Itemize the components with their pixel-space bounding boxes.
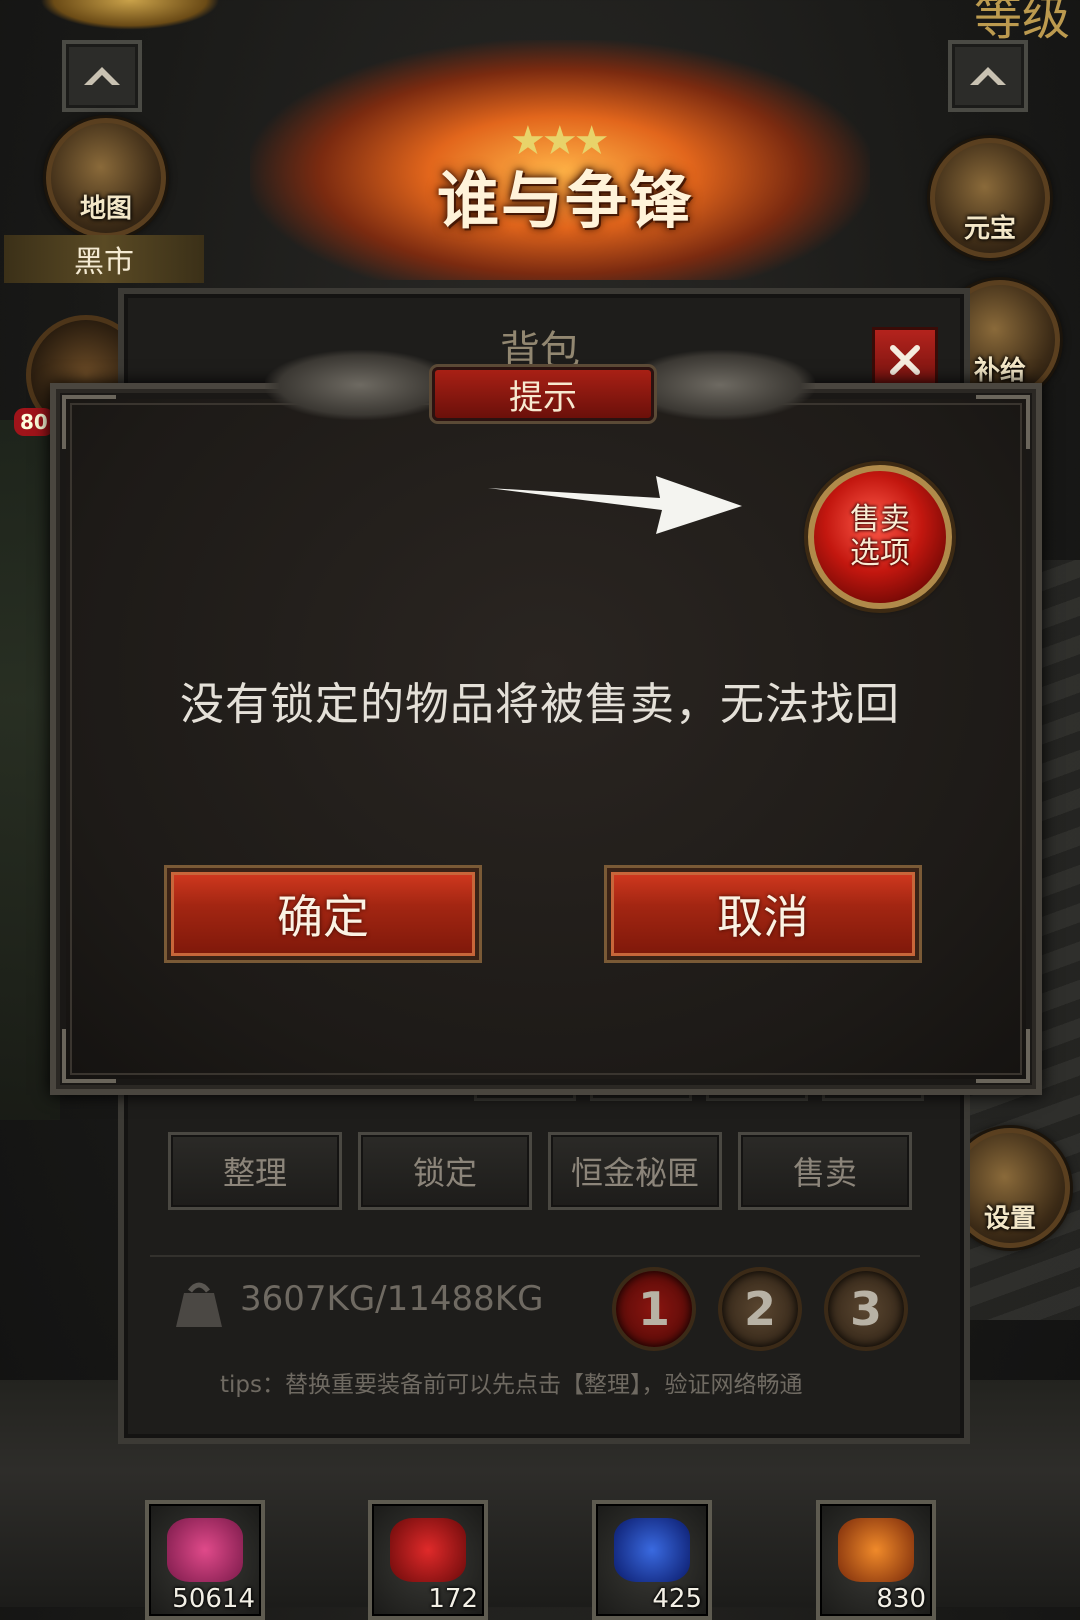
- banner-title: 谁与争锋: [436, 164, 693, 237]
- collapse-right-button[interactable]: [948, 40, 1028, 112]
- header-ornament-left: [265, 350, 455, 420]
- item-count: 50614: [172, 1584, 255, 1614]
- dialog-title: 提示: [432, 367, 654, 421]
- item-count: 172: [428, 1584, 478, 1614]
- item-count: 830: [876, 1584, 926, 1614]
- item-slot-scroll[interactable]: 50614: [145, 1500, 265, 1620]
- chevron-up-icon: [970, 67, 1006, 85]
- close-icon: [890, 345, 920, 375]
- page-1-button[interactable]: 1: [612, 1267, 696, 1351]
- vault-button[interactable]: 恒金秘匣: [548, 1132, 722, 1210]
- item-slot-blue-potion[interactable]: 425: [592, 1500, 712, 1620]
- level-badge: 80: [14, 408, 54, 436]
- map-label: 地图: [79, 194, 132, 224]
- corner-ornament: [62, 1029, 116, 1083]
- item-slot-gem[interactable]: 830: [816, 1500, 936, 1620]
- scroll-icon: [167, 1518, 243, 1582]
- dialog-message: 没有锁定的物品将被售卖，无法找回: [180, 679, 900, 730]
- page-3-button[interactable]: 3: [824, 1267, 908, 1351]
- lock-button[interactable]: 锁定: [358, 1132, 532, 1210]
- tips-text: tips：替换重要装备前可以先点击【整理】，验证网络畅通: [220, 1372, 803, 1398]
- weight-value: 3607KG/11488KG: [240, 1279, 544, 1319]
- red-potion-icon: [390, 1518, 466, 1582]
- gem-icon: [838, 1518, 914, 1582]
- blue-potion-icon: [614, 1518, 690, 1582]
- item-count: 425: [652, 1584, 702, 1614]
- sell-options-line1: 售卖: [850, 502, 910, 537]
- black-market-label: 黑市: [74, 245, 134, 280]
- supply-label: 补给: [973, 356, 1026, 386]
- sell-options-button[interactable]: 售卖 选项: [808, 465, 952, 609]
- weight-row: 3607KG/11488KG 1 2 3 tips：替换重要装备前可以先点击【整…: [150, 1255, 920, 1407]
- chevron-up-icon: [84, 67, 120, 85]
- sell-button[interactable]: 售卖: [738, 1132, 912, 1210]
- page-2-button[interactable]: 2: [718, 1267, 802, 1351]
- cancel-button[interactable]: 取消: [607, 868, 919, 960]
- arrow-pointer-icon: [488, 476, 742, 534]
- map-button[interactable]: 地图: [46, 118, 166, 238]
- corner-ornament: [976, 1029, 1030, 1083]
- yuanbao-button[interactable]: 元宝: [930, 138, 1050, 258]
- black-market-button[interactable]: 黑市: [4, 235, 204, 283]
- yuanbao-label: 元宝: [963, 214, 1016, 244]
- bag-action-row: 整理 锁定 恒金秘匣 售卖: [150, 1117, 920, 1217]
- confirm-button[interactable]: 确定: [167, 868, 479, 960]
- sell-options-line2: 选项: [850, 536, 910, 571]
- collapse-left-button[interactable]: [62, 40, 142, 112]
- weight-icon: [176, 1282, 222, 1327]
- top-left-ornament: [40, 0, 220, 30]
- sort-button[interactable]: 整理: [168, 1132, 342, 1210]
- item-slot-red-potion[interactable]: 172: [368, 1500, 488, 1620]
- settings-label: 设置: [983, 1204, 1036, 1234]
- corner-ornament: [62, 395, 116, 449]
- corner-ornament: [976, 395, 1030, 449]
